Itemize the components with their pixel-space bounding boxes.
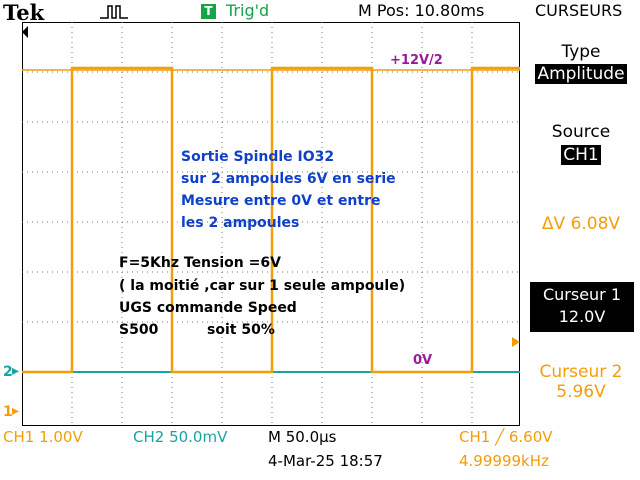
- ch2-marker-arrow-icon: ▸: [12, 363, 20, 379]
- ch1-marker-arrow-icon: ▸: [12, 403, 20, 419]
- cursor-1-label: Curseur 1: [542, 285, 622, 304]
- date-time: 4-Mar-25 18:57: [268, 452, 383, 470]
- frequency-readout: 4.99999kHz: [459, 452, 549, 470]
- cursor-bottom-label: 0V: [413, 353, 433, 368]
- note-line-4: les 2 ampoules: [181, 215, 300, 231]
- source-button[interactable]: CH1: [522, 145, 640, 165]
- info-line-4: S500 soit 50%: [119, 322, 275, 338]
- cursor-2-value: 5.96V: [556, 382, 606, 402]
- ch1-scale: CH1 1.00V: [3, 428, 83, 446]
- acquisition-icon: [100, 5, 128, 19]
- trigger-state: Trig'd: [226, 1, 270, 20]
- trigger-status-icon: T: [201, 4, 216, 19]
- menu-title: CURSEURS: [535, 1, 623, 20]
- cursor-2-button[interactable]: Curseur 2 5.96V: [522, 362, 640, 402]
- cursor-1-value: 12.0V: [558, 307, 606, 326]
- type-value: Amplitude: [535, 64, 627, 84]
- source-value: CH1: [561, 145, 601, 165]
- type-button[interactable]: Amplitude: [522, 64, 640, 84]
- ch2-scale: CH2 50.0mV: [133, 428, 228, 446]
- info-line-2: ( la moitié ,car sur 1 seule ampoule): [119, 278, 406, 294]
- horizontal-position: M Pos: 10.80ms: [358, 1, 485, 20]
- time-scale: M 50.0µs: [268, 428, 337, 446]
- source-label: Source: [551, 122, 611, 142]
- note-line-2: sur 2 ampoules 6V en serie: [181, 171, 396, 187]
- delta-v-readout: ΔV 6.08V: [541, 214, 621, 234]
- cursor-2-label: Curseur 2: [539, 362, 623, 382]
- trigger-readout: CH1 ╱ 6.60V: [459, 428, 553, 446]
- cursor-top-label: +12V/2: [390, 53, 443, 68]
- info-line-1: F=5Khz Tension =6V: [119, 255, 281, 271]
- note-line-1: Sortie Spindle IO32: [181, 149, 335, 165]
- cursor-1-button[interactable]: Curseur 1 12.0V: [530, 282, 634, 332]
- type-label: Type: [561, 42, 601, 62]
- info-line-3: UGS commande Speed: [119, 300, 297, 316]
- note-line-3: Mesure entre 0V et entre: [181, 193, 381, 209]
